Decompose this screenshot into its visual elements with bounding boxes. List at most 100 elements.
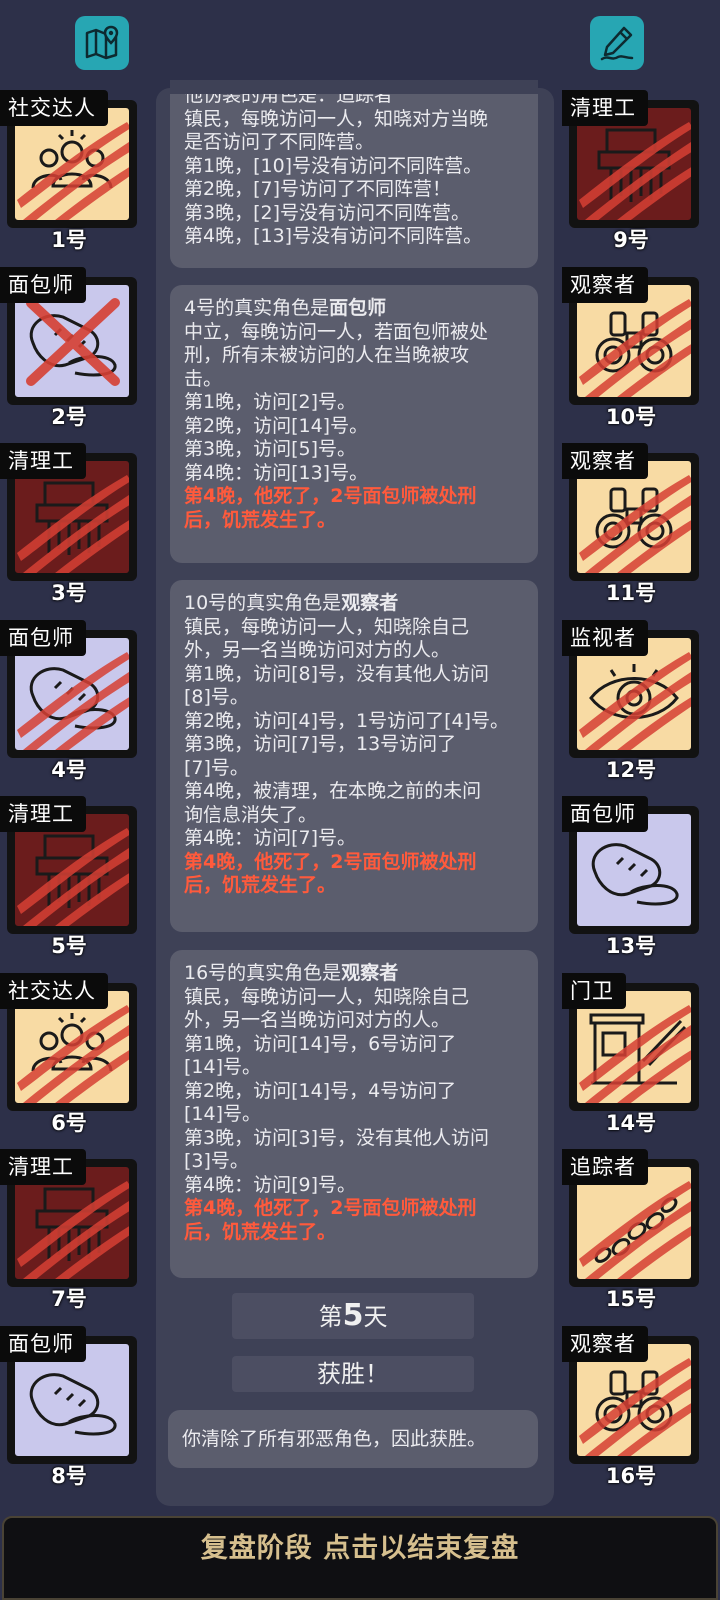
player-card[interactable]: 面包师 4号: [0, 619, 138, 782]
role-tag: 观察者: [562, 1325, 648, 1362]
message-line: 第3晚，[2]号没有访问不同阵营。: [184, 201, 471, 224]
player-number: 16号: [605, 1463, 657, 1488]
player-card[interactable]: 清理工 5号: [0, 796, 138, 958]
role-tag: 清理工: [0, 1149, 86, 1185]
role-tag: 监视者: [562, 619, 648, 656]
player-card[interactable]: 面包师 2号: [0, 266, 138, 429]
message-line: 第4晚：访问[7]号。: [184, 827, 357, 849]
player-card[interactable]: 观察者 10号: [562, 266, 700, 429]
day-number: 5: [342, 1298, 364, 1333]
message-title: 10号的真实角色是观察者: [184, 592, 399, 614]
role-tag: 门卫: [562, 972, 626, 1009]
role-tag: 社交达人: [0, 972, 108, 1009]
message-line: 第2晚，访问[14]号，4号访问了: [184, 1079, 457, 1102]
message-line: 第4晚：访问[13]号。: [184, 461, 369, 484]
player-number: 1号: [51, 228, 87, 252]
log-message: 16号的真实角色是观察者 镇民，每晚访问一人，知晓除自己 外，另一名当晚访问对方的…: [170, 950, 538, 1278]
message-line: 询信息消失了。: [184, 803, 318, 826]
log-message: 10号的真实角色是观察者 镇民，每晚访问一人，知晓除自己 外，另一名当晚访问对方的…: [170, 580, 538, 932]
message-line: [8]号。: [184, 686, 249, 708]
message-line: [7]号。: [184, 756, 249, 779]
role-tag: 清理工: [0, 443, 86, 479]
message-line: 第4晚，[13]号没有访问不同阵营。: [184, 225, 483, 247]
player-card[interactable]: 观察者 16号: [562, 1325, 700, 1488]
message-line: 第2晚，[7]号访问了不同阵营！: [184, 178, 452, 200]
death-note-line: 后，饥荒发生了。: [184, 508, 337, 531]
player-number: 9号: [613, 228, 649, 252]
result-label: 获胜！: [232, 1356, 474, 1392]
log-message: 他伪装的角色是：追踪者 镇民，每晚访问一人，知晓对方当晚 是否访问了不同阵营。 第1…: [170, 80, 538, 268]
day-prefix: 第: [318, 1303, 343, 1331]
final-message: 你清除了所有邪恶角色，因此获胜。: [168, 1410, 538, 1468]
role-tag: 面包师: [0, 1325, 86, 1362]
message-line: 第3晚，访问[5]号。: [184, 438, 357, 460]
message-line: 镇民，每晚访问一人，知晓除自己: [184, 985, 470, 1008]
message-line: 第4晚：访问[9]号。: [184, 1173, 357, 1196]
message-line: 第2晚，访问[4]号，1号访问了[4]号。: [184, 709, 510, 732]
message-line: 第1晚，访问[8]号，没有其他人访问: [184, 662, 490, 685]
message-line: 镇民，每晚访问一人，知晓对方当晚: [184, 107, 489, 130]
player-card[interactable]: 追踪者 15号: [562, 1149, 700, 1311]
role-tag: 观察者: [562, 443, 648, 479]
message-title: 4号的真实角色是面包师: [184, 297, 387, 319]
player-card[interactable]: 观察者 11号: [562, 443, 700, 605]
death-note-line: 第4晚，他死了，2号面包师被处刑: [184, 1197, 477, 1219]
player-number: 2号: [51, 404, 87, 429]
role-tag: 观察者: [562, 266, 648, 303]
end-review-button[interactable]: 复盘阶段 点击以结束复盘: [2, 1516, 718, 1600]
player-card[interactable]: 面包师 8号: [0, 1325, 138, 1488]
message-line: 中立，每晚访问一人，若面包师被处: [184, 320, 489, 343]
day-suffix: 天: [363, 1303, 388, 1331]
message-line: [14]号。: [184, 1103, 262, 1125]
message-line: [3]号。: [184, 1150, 249, 1172]
player-card[interactable]: 清理工 3号: [0, 443, 138, 605]
message-line: 第1晚，访问[14]号，6号访问了: [184, 1032, 457, 1055]
message-body: 中立，每晚访问一人，若面包师被处 刑，所有未被访问的人在当晚被攻 击。 第1晚，访问[…: [184, 321, 524, 486]
message-line: 是否访问了不同阵营。: [184, 131, 375, 153]
player-card[interactable]: 门卫 14号: [562, 972, 700, 1135]
player-number: 12号: [605, 757, 657, 782]
death-note-line: 后，饥荒发生了。: [184, 1220, 337, 1243]
role-tag: 面包师: [562, 796, 648, 832]
role-tag: 面包师: [0, 619, 86, 656]
death-note-line: 第4晚，他死了，2号面包师被处刑: [184, 850, 477, 873]
end-review-label: 复盘阶段 点击以结束复盘: [200, 1533, 520, 1564]
message-line: 外，另一名当晚访问对方的人。: [184, 1009, 451, 1031]
map-pin-icon[interactable]: [75, 16, 129, 70]
player-card[interactable]: 社交达人 6号: [0, 972, 138, 1135]
player-card[interactable]: 监视者 12号: [562, 619, 700, 782]
player-number: 11号: [605, 581, 657, 605]
message-line: 第2晚，访问[14]号。: [184, 414, 369, 437]
role-tag: 社交达人: [0, 90, 108, 126]
message-body: 镇民，每晚访问一人，知晓除自己 外，另一名当晚访问对方的人。 第1晚，访问[8]号，…: [184, 616, 524, 851]
notebook-pen-icon[interactable]: [590, 16, 644, 70]
role-tag: 追踪者: [562, 1149, 648, 1185]
player-card[interactable]: 社交达人 1号: [0, 90, 138, 252]
player-number: 14号: [605, 1110, 657, 1135]
player-number: 5号: [51, 934, 87, 958]
death-note-line: 后，饥荒发生了。: [184, 874, 337, 896]
player-number: 15号: [605, 1287, 657, 1311]
player-card[interactable]: 清理工 9号: [562, 90, 700, 252]
message-line: 镇民，每晚访问一人，知晓除自己: [184, 615, 470, 638]
message-line: 第1晚，[10]号没有访问不同阵营。: [184, 154, 483, 177]
player-number: 10号: [605, 404, 657, 429]
log-message: 4号的真实角色是面包师 中立，每晚访问一人，若面包师被处 刑，所有未被访问的人在当…: [170, 285, 538, 563]
message-line: 击。: [184, 367, 223, 390]
player-number: 13号: [605, 934, 657, 958]
message-line: 第3晚，访问[3]号，没有其他人访问: [184, 1126, 490, 1149]
message-body: 镇民，每晚访问一人，知晓除自己 外，另一名当晚访问对方的人。 第1晚，访问[14]号…: [184, 986, 524, 1198]
player-card[interactable]: 清理工 7号: [0, 1149, 138, 1311]
message-body: 镇民，每晚访问一人，知晓对方当晚 是否访问了不同阵营。 第1晚，[10]号没有访问不…: [184, 108, 524, 249]
role-tag: 面包师: [0, 266, 86, 303]
death-note-line: 第4晚，他死了，2号面包师被处刑: [184, 485, 477, 507]
message-death-note: 第4晚，他死了，2号面包师被处刑 后，饥荒发生了。: [184, 485, 524, 532]
role-tag: 清理工: [562, 90, 648, 126]
player-card[interactable]: 面包师 13号: [562, 796, 700, 958]
message-line: 刑，所有未被访问的人在当晚被攻: [184, 344, 470, 366]
message-death-note: 第4晚，他死了，2号面包师被处刑 后，饥荒发生了。: [184, 1197, 524, 1244]
scroll-clip: [170, 80, 538, 94]
message-line: 第1晚，访问[2]号。: [184, 391, 357, 413]
player-number: 4号: [51, 757, 87, 782]
player-number: 7号: [51, 1287, 87, 1311]
